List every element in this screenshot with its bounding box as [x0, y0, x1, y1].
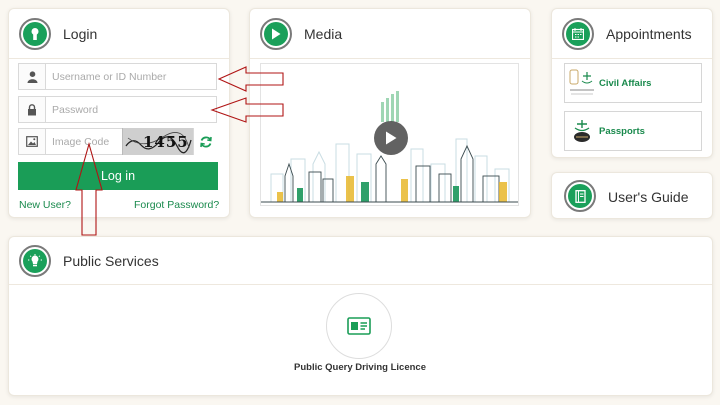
book-icon	[568, 184, 592, 208]
users-guide-title: User's Guide	[608, 189, 689, 205]
refresh-icon	[199, 136, 212, 147]
calendar-icon	[566, 21, 590, 46]
driving-licence-query-button[interactable]	[326, 293, 392, 359]
play-circle-icon	[264, 21, 288, 46]
appointments-icon-ring	[562, 17, 594, 50]
lock-icon	[19, 97, 46, 122]
refresh-captcha-button[interactable]	[193, 128, 217, 155]
captcha-text: 1455	[143, 133, 189, 151]
passports-emblem	[565, 118, 599, 144]
login-card-header: Login	[9, 9, 229, 59]
appointments-card-header: Appointments	[552, 9, 712, 59]
users-guide-card[interactable]: User's Guide	[551, 172, 713, 219]
public-services-icon-ring	[19, 244, 51, 277]
media-video-thumbnail[interactable]	[260, 63, 519, 206]
passports-label: Passports	[599, 125, 645, 137]
user-icon	[19, 64, 46, 89]
play-icon	[386, 131, 397, 145]
civil-affairs-emblem	[565, 68, 599, 98]
image-code-input[interactable]	[46, 129, 120, 154]
login-icon-ring	[19, 17, 51, 50]
civil-affairs-label: Civil Affairs	[599, 77, 652, 89]
keyhole-icon	[23, 21, 47, 46]
login-title: Login	[63, 25, 98, 42]
password-field	[18, 96, 217, 123]
lightbulb-icon	[23, 248, 47, 273]
media-icon-ring	[260, 17, 292, 50]
media-card-header: Media	[250, 9, 530, 59]
passports-button[interactable]: Passports	[564, 111, 702, 151]
username-field	[18, 63, 217, 90]
id-card-icon	[347, 317, 371, 335]
captcha-image: 1455	[122, 128, 193, 155]
password-input[interactable]	[46, 97, 216, 122]
new-user-link[interactable]: New User?	[19, 199, 71, 211]
civil-affairs-button[interactable]: Civil Affairs	[564, 63, 702, 103]
appointments-card: Appointments Civil Affairs Passports	[551, 8, 713, 158]
image-icon	[19, 129, 46, 154]
public-services-title: Public Services	[63, 252, 159, 269]
appointments-title: Appointments	[606, 25, 692, 42]
media-title: Media	[304, 25, 343, 42]
login-button[interactable]: Log in	[18, 162, 218, 190]
driving-licence-query-label: Public Query Driving Licence	[294, 362, 426, 373]
public-services-header: Public Services	[9, 237, 712, 285]
video-play-button[interactable]	[374, 121, 408, 155]
guide-icon-ring	[564, 180, 596, 212]
username-input[interactable]	[46, 64, 216, 89]
forgot-password-link[interactable]: Forgot Password?	[134, 199, 219, 211]
